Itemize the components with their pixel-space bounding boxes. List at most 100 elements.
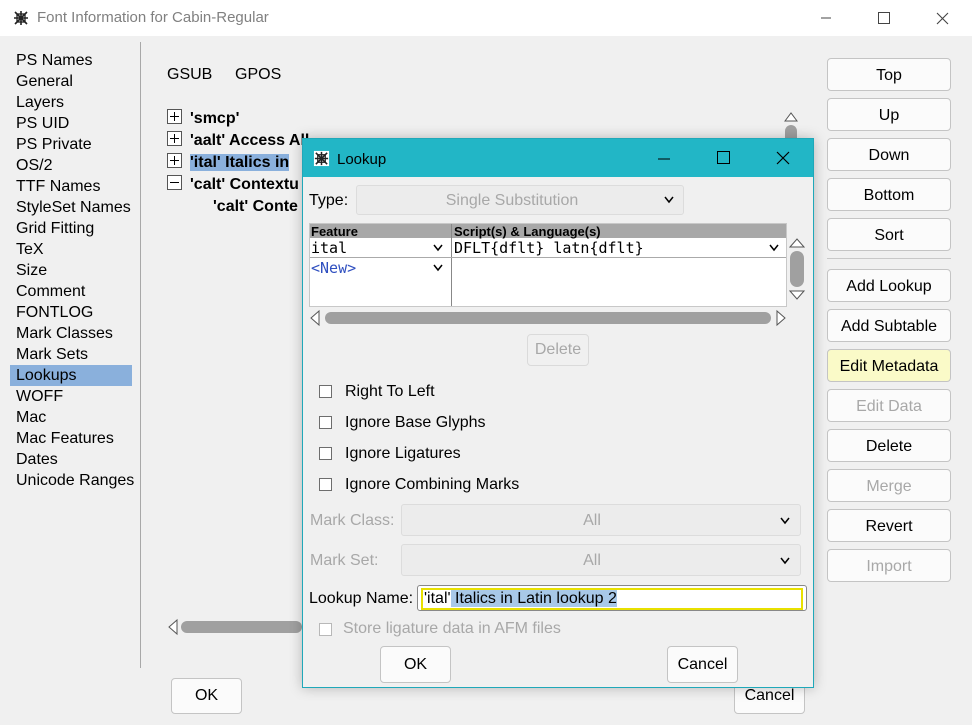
minimize-icon [821,17,831,19]
dialog-ok-button[interactable]: OK [380,646,451,683]
revert-button[interactable]: Revert [827,509,951,542]
bottom-button[interactable]: Bottom [827,178,951,211]
down-button[interactable]: Down [827,138,951,171]
chevron-down-icon [664,196,674,204]
up-button[interactable]: Up [827,98,951,131]
fontforge-icon [13,10,29,26]
tree-row[interactable]: 'calt' Conte [167,196,307,218]
top-button[interactable]: Top [827,58,951,91]
edit-data-button[interactable]: Edit Data [827,389,951,422]
category-item[interactable]: PS UID [10,113,140,134]
category-item[interactable]: Mark Sets [10,344,140,365]
store-ligature-checkbox[interactable] [319,623,332,636]
expand-icon[interactable] [167,131,182,146]
ignore-base-glyphs-checkbox[interactable] [319,416,332,429]
category-item[interactable]: PS Private [10,134,140,155]
type-value: Single Substitution [445,192,579,209]
category-item[interactable]: FONTLOG [10,302,140,323]
feature-column-header: Feature [311,224,358,239]
type-select[interactable]: Single Substitution [356,185,684,215]
minimize-button[interactable] [806,6,846,30]
scroll-left-arrow-icon[interactable] [167,618,302,636]
dialog-maximize-button[interactable] [717,151,730,169]
tree-row-selected[interactable]: 'ital' Italics in [167,152,307,174]
add-subtable-button[interactable]: Add Subtable [827,309,951,342]
chevron-down-icon[interactable] [433,264,443,272]
table-row[interactable]: DFLT{dflt} latn{dflt} [452,238,786,257]
store-ligature-label[interactable]: Store ligature data in AFM files [343,620,561,638]
category-item[interactable]: Unicode Ranges [10,470,140,491]
sort-button[interactable]: Sort [827,218,951,251]
table-row-new[interactable]: <New> [310,258,451,277]
category-item[interactable]: OS/2 [10,155,140,176]
expand-icon[interactable] [167,153,182,168]
merge-button[interactable]: Merge [827,469,951,502]
expand-icon[interactable] [167,109,182,124]
maximize-icon [717,151,730,164]
category-item[interactable]: Dates [10,449,140,470]
category-item[interactable]: Grid Fitting [10,218,140,239]
feature-table: Feature Script(s) & Language(s) ital DFL… [309,223,787,307]
right-to-left-checkbox[interactable] [319,385,332,398]
ignore-combining-marks-checkbox[interactable] [319,478,332,491]
main-ok-button[interactable]: OK [171,678,242,714]
dialog-minimize-button[interactable] [657,152,671,170]
dialog-cancel-button[interactable]: Cancel [667,646,738,683]
chevron-down-icon[interactable] [769,244,779,252]
maximize-button[interactable] [864,6,904,30]
chevron-down-icon[interactable] [433,244,443,252]
import-button[interactable]: Import [827,549,951,582]
category-item-selected[interactable]: Lookups [10,365,132,386]
script-column-header: Script(s) & Language(s) [454,224,601,239]
table-v-scrollbar[interactable] [788,237,806,303]
ignore-base-glyphs-label[interactable]: Ignore Base Glyphs [345,414,486,432]
chevron-down-icon [780,557,790,565]
dialog-close-button[interactable] [776,151,790,170]
table-row[interactable]: ital [310,238,451,257]
dialog-title-bar: Lookup [303,139,813,177]
tree-h-scrollbar[interactable] [167,618,302,636]
minimize-icon [658,158,670,160]
add-lookup-button[interactable]: Add Lookup [827,269,951,302]
lookup-dialog: Lookup Type: Single Substitution Feature… [302,138,814,688]
tree-row[interactable]: 'smcp' [167,108,307,130]
close-icon [776,151,790,165]
close-button[interactable] [922,6,962,30]
category-item[interactable]: TeX [10,239,140,260]
tab-gsub[interactable]: GSUB [167,66,212,84]
tab-gpos[interactable]: GPOS [235,66,281,84]
button-separator [827,258,951,259]
category-item[interactable]: WOFF [10,386,140,407]
category-item[interactable]: Mac Features [10,428,140,449]
category-item[interactable]: Mark Classes [10,323,140,344]
lookup-name-input[interactable]: 'ital' Italics in Latin lookup 2 [417,585,807,611]
category-item[interactable]: Comment [10,281,140,302]
category-item[interactable]: Layers [10,92,140,113]
edit-metadata-button[interactable]: Edit Metadata [827,349,951,382]
right-to-left-label[interactable]: Right To Left [345,383,435,401]
table-delete-button[interactable]: Delete [527,334,589,366]
lookup-name-focus-ring: 'ital' Italics in Latin lookup 2 [421,588,803,610]
maximize-icon [878,12,890,24]
category-item[interactable]: Mac [10,407,140,428]
delete-button[interactable]: Delete [827,429,951,462]
category-item[interactable]: PS Names [10,50,140,71]
mark-set-select[interactable]: All [401,544,801,576]
mark-set-label: Mark Set: [310,552,379,569]
ignore-ligatures-label[interactable]: Ignore Ligatures [345,445,461,463]
tree-row[interactable]: 'calt' Contextu [167,174,307,196]
category-item[interactable]: StyleSet Names [10,197,140,218]
lookup-name-label: Lookup Name: [309,590,414,607]
ignore-combining-marks-label[interactable]: Ignore Combining Marks [345,476,519,494]
mark-class-select[interactable]: All [401,504,801,536]
category-item[interactable]: Size [10,260,140,281]
close-icon [936,12,948,24]
table-h-scrollbar[interactable] [309,309,787,327]
lookup-tree: 'smcp' 'aalt' Access All 'ital' Italics … [167,108,309,218]
category-item[interactable]: TTF Names [10,176,140,197]
collapse-icon[interactable] [167,175,182,190]
ignore-ligatures-checkbox[interactable] [319,447,332,460]
dialog-title: Lookup [337,151,387,168]
category-item[interactable]: General [10,71,140,92]
tree-row[interactable]: 'aalt' Access All [167,130,309,152]
